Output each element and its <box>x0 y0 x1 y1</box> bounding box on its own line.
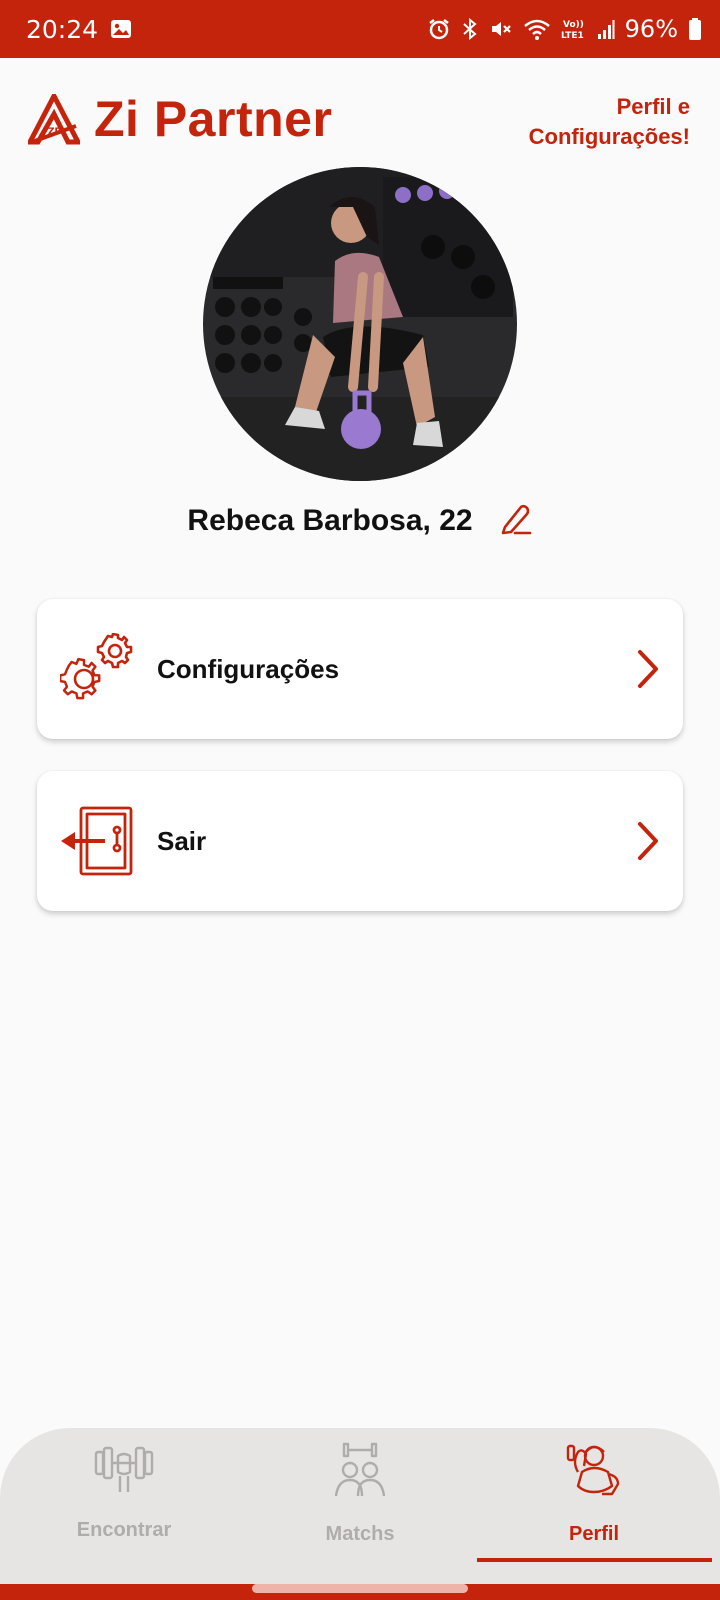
profile-name: Rebeca Barbosa, 22 <box>187 504 473 537</box>
door-exit-icon <box>37 804 157 878</box>
edit-pencil-icon[interactable] <box>497 501 533 542</box>
status-bar: 20:24 Vo)) LTE1 96% <box>0 0 720 58</box>
signal-icon <box>597 18 615 40</box>
bluetooth-icon <box>461 17 479 41</box>
battery-icon <box>688 17 702 41</box>
profile-settings-link[interactable]: Perfil e Configurações! <box>490 92 690 152</box>
dumbbell-icon <box>94 1442 154 1499</box>
app-logo-icon: ZP <box>25 90 83 151</box>
logout-menu-item[interactable]: Sair <box>37 771 683 911</box>
nav-tab-perfil[interactable]: Perfil <box>474 1442 714 1572</box>
battery-text: 96% <box>624 15 678 43</box>
wifi-icon <box>523 17 551 41</box>
svg-text:LTE1: LTE1 <box>561 31 584 41</box>
chevron-right-icon <box>613 649 683 689</box>
nav-label-encontrar: Encontrar <box>76 1519 172 1541</box>
active-tab-indicator <box>477 1558 712 1562</box>
svg-text:Vo)): Vo)) <box>563 20 584 30</box>
mute-icon <box>489 17 513 41</box>
status-time: 20:24 <box>26 14 99 44</box>
bottom-navigation: Encontrar Matchs Perfil <box>0 1428 720 1600</box>
gears-icon <box>37 633 157 705</box>
settings-menu-item[interactable]: Configurações <box>37 599 683 739</box>
alarm-icon <box>427 17 451 41</box>
nav-tab-matchs[interactable]: Matchs <box>240 1442 480 1572</box>
partners-icon <box>330 1442 390 1503</box>
settings-label: Configurações <box>157 653 340 684</box>
nav-tab-encontrar[interactable]: Encontrar <box>4 1442 244 1572</box>
profile-name-row: Rebeca Barbosa, 22 <box>0 496 720 546</box>
chevron-right-icon <box>613 821 683 861</box>
app-title: Zi Partner <box>94 91 333 147</box>
nav-label-matchs: Matchs <box>325 1523 395 1545</box>
profile-avatar[interactable] <box>203 167 517 481</box>
volte-icon: Vo)) LTE1 <box>561 17 587 41</box>
logout-label: Sair <box>157 825 207 856</box>
athlete-icon <box>564 1442 624 1503</box>
app-header: ZP Zi Partner Perfil e Configurações! <box>0 58 720 168</box>
svg-text:ZP: ZP <box>48 127 62 137</box>
nav-label-perfil: Perfil <box>568 1523 620 1545</box>
home-gesture-handle[interactable] <box>252 1584 468 1593</box>
image-icon <box>110 18 132 40</box>
